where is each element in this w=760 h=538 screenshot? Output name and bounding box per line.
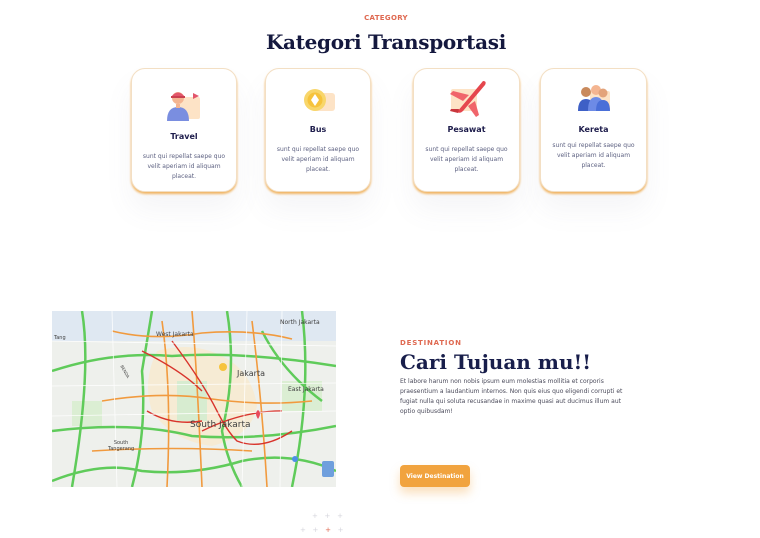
category-card-title: Bus <box>309 125 327 134</box>
category-card-description: sunt qui repellat saepe quo velit aperia… <box>425 146 508 173</box>
map-label-south-jakarta: South Jakarta <box>190 420 251 430</box>
category-card-description: sunt qui repellat saepe quo velit aperia… <box>276 146 360 173</box>
destination-eyebrow: DESTINATION <box>400 339 462 347</box>
decorative-plus-pattern: + + + <box>312 512 343 520</box>
map-label-jakarta: Jakarta <box>237 369 265 378</box>
map-label-east-jakarta: East Jakarta <box>288 386 324 393</box>
destination-text: Et labore harum non nobis ipsum eum mole… <box>400 378 623 415</box>
train-passengers-icon <box>577 85 610 111</box>
map-label-tang: Tang <box>54 335 66 341</box>
destination-title: Cari Tujuan mu!! <box>400 350 592 374</box>
category-card-title: Travel <box>170 132 198 141</box>
decorative-plus-pattern: + + + + <box>300 526 344 534</box>
category-card-pesawat[interactable]: Pesawat sunt qui repellat saepe quo veli… <box>413 68 520 192</box>
category-card-title: Pesawat <box>447 125 486 134</box>
jakarta-traffic-map[interactable]: North Jakarta Tang West Jakarta BENDA Ja… <box>52 311 336 487</box>
category-eyebrow: CATEGORY <box>364 14 408 22</box>
map-label-south-tangerang: South Tangerang <box>108 440 135 452</box>
airplane-icon <box>449 81 486 117</box>
category-card-bus[interactable]: Bus sunt qui repellat saepe quo velit ap… <box>265 68 371 192</box>
map-label-west-jakarta: West Jakarta <box>156 331 194 338</box>
category-card-kereta[interactable]: Kereta sunt qui repellat saepe quo velit… <box>540 68 647 192</box>
category-card-travel[interactable]: Travel sunt qui repellat saepe quo velit… <box>131 68 237 192</box>
view-destination-button[interactable]: View Destination <box>400 465 470 487</box>
traveler-icon <box>167 92 200 121</box>
category-card-title: Kereta <box>578 125 609 134</box>
map-label-north-jakarta: North Jakarta <box>280 319 320 326</box>
category-title: Kategori Transportasi <box>265 30 507 54</box>
map-roads <box>52 311 336 487</box>
bus-icon <box>304 89 335 111</box>
category-card-description: sunt qui repellat saepe quo velit aperia… <box>552 142 635 169</box>
category-card-description: sunt qui repellat saepe quo velit aperia… <box>142 153 226 180</box>
